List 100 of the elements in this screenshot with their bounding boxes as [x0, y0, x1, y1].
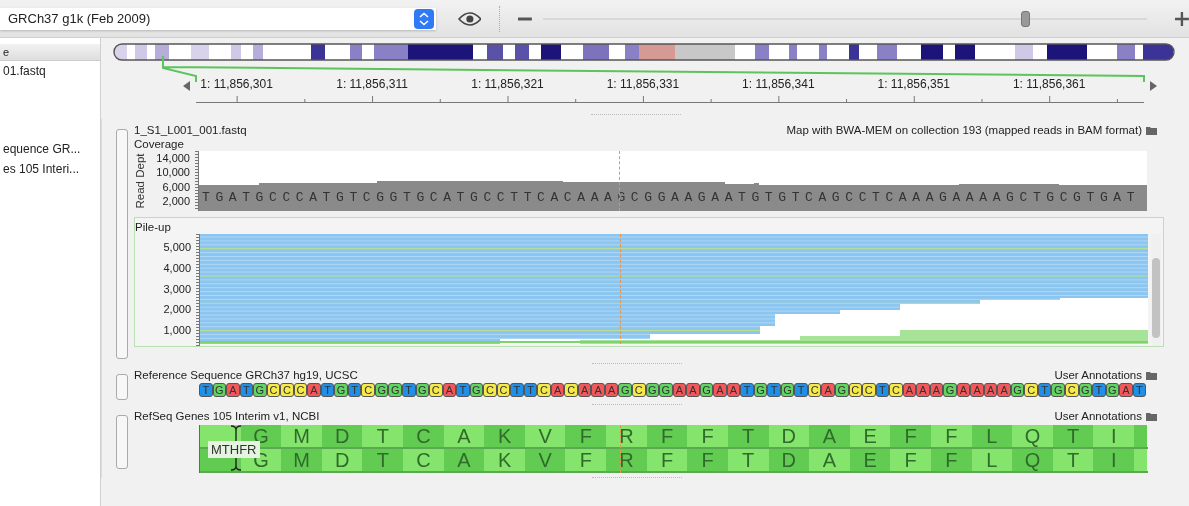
base-cell: G [943, 383, 957, 397]
base-cell: G [1010, 383, 1025, 397]
position-marker [619, 425, 621, 473]
base-cell: G [753, 383, 768, 397]
base-cell: A [929, 383, 944, 397]
sidebar-item[interactable]: 01.fastq [0, 61, 100, 81]
base-cell: T [510, 383, 524, 397]
sidebar-item[interactable]: es 105 Interi... [0, 159, 100, 179]
base-cell: G [253, 383, 267, 397]
position-label: 1: 11,856,301 [199, 77, 274, 91]
base-cell: C [361, 383, 375, 397]
axis-tick-label: 6,000 [162, 181, 190, 193]
amino-acid-cell: T [362, 449, 404, 471]
amino-acid-cell: Q [1012, 449, 1053, 471]
zoom-slider[interactable] [543, 10, 1148, 27]
zoom-out-icon[interactable] [518, 16, 533, 21]
amino-acid-cell: C [403, 425, 444, 447]
axis-tick-label: 5,000 [163, 242, 191, 253]
genome-dropdown[interactable]: GRCh37 g1k (Feb 2009) [0, 7, 436, 30]
base-cell: A [307, 383, 321, 397]
amino-acid-cell: Q [1012, 425, 1053, 447]
track-title: 1_S1_L001_001.fastq [134, 124, 248, 136]
base-cell: G [1051, 383, 1065, 397]
base-cell: A [1119, 383, 1133, 397]
amino-acid-cell: M [281, 449, 322, 471]
coverage-sequence: TGATGCCCATGTCGGTGCATGCCTTCACAAAGCGGAAGAATGTGTCAGCCTCAAAGAAAAGCTGCGTGAT [201, 190, 1141, 206]
amino-acid-cell: K [484, 425, 525, 447]
base-cell: T [740, 383, 754, 397]
base-cell: C [293, 383, 308, 397]
axis-tick-label: 14,000 [156, 153, 190, 164]
amino-acid-cell: A [809, 425, 850, 447]
base-cell: C [807, 383, 822, 397]
amino-acid-cell: D [321, 449, 363, 471]
base-cell: A [997, 383, 1011, 397]
eye-icon[interactable] [457, 10, 482, 27]
base-cell: T [1132, 383, 1147, 397]
base-cell: C [889, 383, 903, 397]
amino-acid-cell: T [362, 425, 404, 447]
scroll-left-icon[interactable] [183, 81, 190, 91]
coverage-label: Coverage [134, 137, 185, 151]
position-label: 1: 11,856,321 [470, 77, 545, 91]
zoom-in-icon[interactable] [1175, 11, 1189, 26]
track-handle[interactable] [116, 415, 128, 469]
base-cell: C [862, 383, 876, 397]
base-cell: A [970, 383, 984, 397]
sidebar-item[interactable]: equence GR... [0, 139, 100, 159]
base-cell: A [550, 383, 565, 397]
base-cell: G [388, 383, 402, 397]
base-cell: T [320, 383, 335, 397]
base-cell: G [1105, 383, 1120, 397]
amino-acid-cell: F [930, 425, 972, 447]
position-label: 1: 11,856,361 [1011, 77, 1087, 91]
base-cell: T [794, 383, 808, 397]
axis-tick-label: 10,000 [156, 167, 190, 179]
base-cell: C [564, 383, 578, 397]
base-cell: C [483, 383, 497, 397]
base-cell: C [429, 383, 443, 397]
base-cell: T [767, 383, 781, 397]
folder-icon[interactable] [1146, 411, 1157, 421]
base-cell: T [523, 383, 538, 397]
base-cell: G [699, 383, 714, 397]
amino-acid-cell: T [727, 425, 769, 447]
amino-acid-cell: K [484, 449, 525, 471]
chromosome-ideogram[interactable] [113, 43, 1175, 61]
amino-acid-cell: I [1093, 449, 1134, 471]
amino-acid-cell: T [727, 449, 769, 471]
base-cell: T [1037, 383, 1052, 397]
amino-acid-cell: I [1093, 425, 1134, 447]
base-cell: T [875, 383, 890, 397]
amino-acid-cell: R [606, 425, 647, 447]
amino-acid-cell: F [646, 449, 688, 471]
amino-acid-cell: A [443, 425, 485, 447]
track-title: RefSeq Genes 105 Interim v1, NCBI [134, 410, 321, 422]
amino-acid-cell: L [971, 425, 1013, 447]
base-cell: C [280, 383, 294, 397]
folder-icon[interactable] [1146, 370, 1157, 380]
base-cell: G [834, 383, 849, 397]
annotations-label: User Annotations [1054, 369, 1142, 381]
gene-label[interactable]: MTHFR [208, 441, 260, 458]
base-cell: G [415, 383, 430, 397]
position-label: 1: 11,856,341 [741, 77, 816, 91]
position-label: 1: 11,856,311 [335, 77, 409, 91]
base-cell: A [591, 383, 605, 397]
amino-acid-cell: D [321, 425, 363, 447]
base-cell: A [983, 383, 998, 397]
position-label: 1: 11,856,351 [876, 77, 951, 91]
base-cell: C [266, 383, 281, 397]
base-cell: A [956, 383, 971, 397]
track-title: Reference Sequence GRCh37 hg19, UCSC [134, 369, 359, 381]
amino-acid-cell: E [849, 449, 891, 471]
scrollbar[interactable] [1151, 234, 1161, 346]
folder-icon[interactable] [1146, 125, 1157, 135]
amino-acid-cell: F [565, 449, 607, 471]
amino-acid-cell: F [687, 449, 728, 471]
track-handle[interactable] [116, 374, 128, 400]
axis-tick-label: 2,000 [162, 196, 190, 207]
base-cell: C [496, 383, 511, 397]
axis-tick-label: 4,000 [163, 262, 191, 274]
track-handle[interactable] [116, 129, 128, 359]
scroll-right-icon[interactable] [1150, 81, 1157, 91]
